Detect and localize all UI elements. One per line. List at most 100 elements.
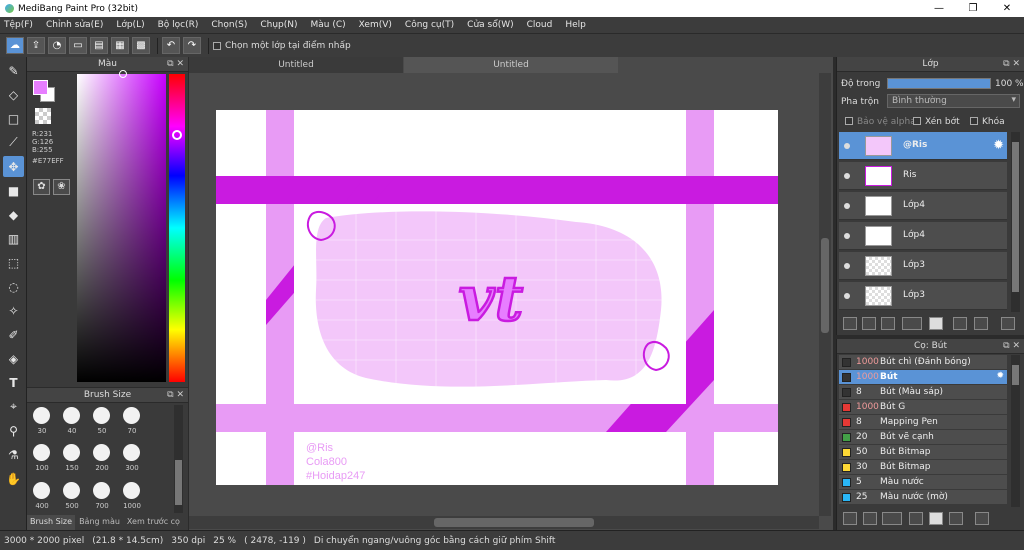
- cloud-brush-icon[interactable]: [843, 512, 857, 525]
- maximize-button[interactable]: ❐: [956, 0, 990, 17]
- select-tool-icon[interactable]: ⬚: [3, 252, 24, 273]
- visibility-icon[interactable]: [844, 203, 850, 209]
- scrollbar-thumb[interactable]: [175, 460, 182, 505]
- foreground-color-swatch[interactable]: [33, 80, 48, 95]
- duplicate-brush-icon[interactable]: [949, 512, 963, 525]
- menu-tools[interactable]: Công cụ(T): [405, 20, 454, 30]
- hand-tool-icon[interactable]: ✋: [3, 468, 24, 489]
- brush-size-dot[interactable]: [123, 482, 140, 499]
- folder-icon[interactable]: [929, 512, 943, 525]
- gear-icon[interactable]: ✹: [996, 371, 1004, 381]
- brush-size-dot[interactable]: [63, 444, 80, 461]
- edit-brush-icon[interactable]: [909, 512, 923, 525]
- folder-icon[interactable]: [929, 317, 943, 330]
- brush-tool-icon[interactable]: ✎: [3, 60, 24, 81]
- magic-wand-tool-icon[interactable]: ✧: [3, 300, 24, 321]
- lock-checkbox[interactable]: [970, 117, 978, 125]
- tab-document-2[interactable]: Untitled: [404, 57, 618, 73]
- layer-row[interactable]: Lớp4: [839, 192, 1007, 220]
- comment-icon[interactable]: ◔: [48, 37, 66, 54]
- canvas-scroll-vertical[interactable]: [819, 73, 831, 516]
- brush-size-scrollbar[interactable]: [174, 405, 183, 513]
- brush-list-scrollbar[interactable]: [1011, 355, 1020, 507]
- menu-file[interactable]: Tệp(F): [4, 20, 33, 30]
- gradient-tool-icon[interactable]: ▥: [3, 228, 24, 249]
- menu-snap[interactable]: Chụp(N): [260, 20, 297, 30]
- duplicate-layer-icon[interactable]: [953, 317, 967, 330]
- layer-list-scrollbar[interactable]: [1011, 132, 1020, 312]
- share-icon[interactable]: ⇪: [27, 37, 45, 54]
- tab-document-1[interactable]: Untitled: [189, 57, 403, 73]
- layer-row[interactable]: Ris: [839, 162, 1007, 190]
- cloud-icon[interactable]: ☁: [6, 37, 24, 54]
- transparent-swatch[interactable]: [35, 108, 51, 124]
- brush-size-dot[interactable]: [93, 444, 110, 461]
- grid-icon[interactable]: ▩: [132, 37, 150, 54]
- panel-controls-icon[interactable]: ⧉ ✕: [167, 57, 184, 72]
- clipping-checkbox[interactable]: [913, 117, 921, 125]
- brush-row[interactable]: 25 Màu nước (mờ): [839, 490, 1007, 505]
- eyedropper2-tool-icon[interactable]: ⚗: [3, 444, 24, 465]
- brush-row[interactable]: 50 Bút Bitmap: [839, 445, 1007, 460]
- visibility-icon[interactable]: [844, 263, 850, 269]
- brush-row[interactable]: 1000 Bút G: [839, 400, 1007, 415]
- menu-select[interactable]: Chọn(S): [211, 20, 247, 30]
- add-brush-dropdown-icon[interactable]: [882, 512, 902, 525]
- scrollbar-thumb[interactable]: [1012, 365, 1019, 385]
- eyedropper-tool-icon[interactable]: ⚲: [3, 420, 24, 441]
- brush-size-dot[interactable]: [63, 482, 80, 499]
- menu-color[interactable]: Màu (C): [311, 20, 346, 30]
- opacity-slider[interactable]: [887, 78, 991, 89]
- menu-filter[interactable]: Bộ lọc(R): [158, 20, 199, 30]
- visibility-icon[interactable]: [844, 143, 850, 149]
- visibility-icon[interactable]: [844, 233, 850, 239]
- scrollbar-thumb[interactable]: [1012, 142, 1019, 292]
- tab-brush-size[interactable]: Brush Size: [27, 515, 76, 530]
- merge-layer-icon[interactable]: [974, 317, 988, 330]
- layer-row[interactable]: Lớp3: [839, 282, 1007, 310]
- eraser-tool-icon[interactable]: ◇: [3, 84, 24, 105]
- canvas-scroll-horizontal[interactable]: [189, 516, 819, 529]
- text-tool-icon[interactable]: T: [3, 372, 24, 393]
- tab-brush-preview[interactable]: Xem trước cọ: [124, 515, 183, 530]
- blend-mode-select[interactable]: Bình thường ▾: [887, 94, 1020, 108]
- brush-size-dot[interactable]: [63, 407, 80, 424]
- rectangle-tool-icon[interactable]: □: [3, 108, 24, 129]
- add-layer-dropdown-icon[interactable]: [902, 317, 922, 330]
- new-8bit-layer-icon[interactable]: [881, 317, 895, 330]
- minimize-button[interactable]: —: [922, 0, 956, 17]
- dot-tool-icon[interactable]: ⟋: [3, 132, 24, 153]
- palette-alt-icon[interactable]: ❀: [53, 179, 70, 195]
- brush-row[interactable]: 8 Mapping Pen: [839, 415, 1007, 430]
- panel-controls-icon[interactable]: ⧉ ✕: [1003, 57, 1020, 72]
- brush-size-dot[interactable]: [93, 482, 110, 499]
- menu-window[interactable]: Cửa sổ(W): [467, 20, 513, 30]
- brush-row[interactable]: 1000 Bút chì (Đánh bóng): [839, 355, 1007, 370]
- brush-size-dot[interactable]: [33, 407, 50, 424]
- menu-layer[interactable]: Lớp(L): [116, 20, 144, 30]
- brush-row[interactable]: 30 Bút Bitmap: [839, 460, 1007, 475]
- page-manage-icon[interactable]: ▦: [111, 37, 129, 54]
- panel-controls-icon[interactable]: ⧉ ✕: [167, 388, 184, 403]
- move-tool-icon[interactable]: ✥: [3, 156, 24, 177]
- select-eraser-tool-icon[interactable]: ◈: [3, 348, 24, 369]
- new-brush-icon[interactable]: [863, 512, 877, 525]
- fill-tool-icon[interactable]: ■: [3, 180, 24, 201]
- brush-size-dot[interactable]: [93, 407, 110, 424]
- delete-brush-icon[interactable]: [975, 512, 989, 525]
- new-layer-icon[interactable]: [843, 317, 857, 330]
- brush-size-dot[interactable]: [123, 407, 140, 424]
- visibility-icon[interactable]: [844, 293, 850, 299]
- hue-slider[interactable]: [169, 74, 185, 382]
- delete-layer-icon[interactable]: [1001, 317, 1015, 330]
- brush-row[interactable]: 8 Bút (Màu sáp): [839, 385, 1007, 400]
- new-halftone-layer-icon[interactable]: [862, 317, 876, 330]
- sv-picker-handle[interactable]: [119, 70, 127, 78]
- page-icon[interactable]: ▤: [90, 37, 108, 54]
- panel-controls-icon[interactable]: ⧉ ✕: [1003, 339, 1020, 354]
- palette-icon[interactable]: ✿: [33, 179, 50, 195]
- menu-help[interactable]: Help: [565, 20, 586, 30]
- saturation-value-picker[interactable]: [77, 74, 166, 382]
- brush-size-dot[interactable]: [33, 444, 50, 461]
- select-pen-tool-icon[interactable]: ✐: [3, 324, 24, 345]
